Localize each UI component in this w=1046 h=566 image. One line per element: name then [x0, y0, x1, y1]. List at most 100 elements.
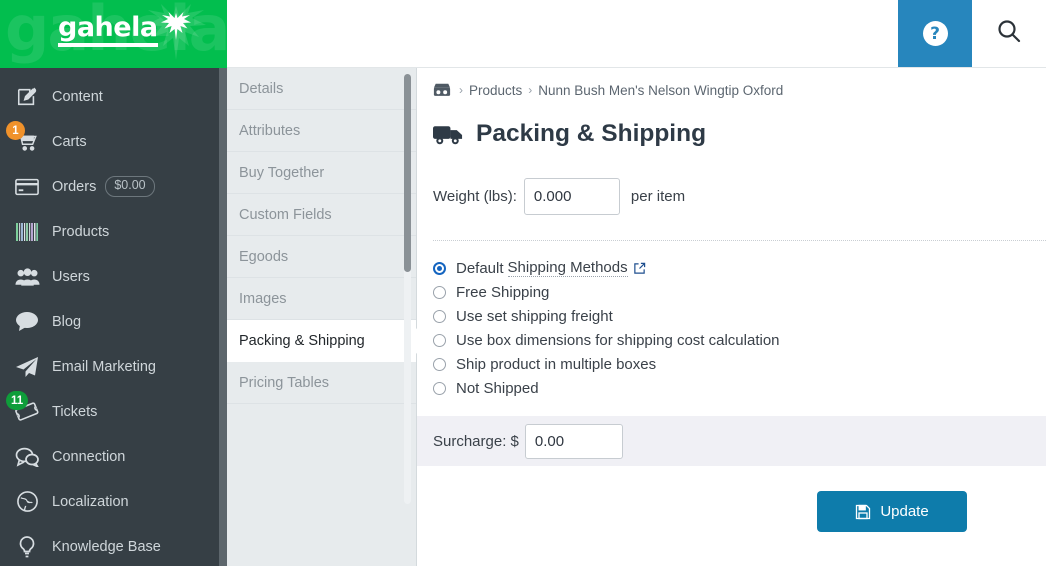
sidebar-item-knowledge-base[interactable]: Knowledge Base — [0, 524, 227, 566]
question-mark-icon: ? — [922, 21, 948, 46]
carts-badge: 1 — [6, 121, 25, 140]
radio-row-multiple-boxes[interactable]: Ship product in multiple boxes — [433, 352, 1046, 376]
radio-row-not-shipped[interactable]: Not Shipped — [433, 376, 1046, 400]
sidebar-item-label: Users — [52, 268, 90, 285]
barcode-icon — [12, 219, 42, 245]
weight-input[interactable] — [523, 178, 620, 215]
sidebar-item-label: Carts — [52, 133, 87, 150]
breadcrumb-item-products[interactable]: Products — [469, 83, 522, 98]
update-button[interactable]: Update — [817, 491, 967, 532]
radio-free-shipping[interactable] — [433, 285, 446, 299]
sidebar-item-label: Connection — [52, 448, 126, 465]
sidebar-item-connection[interactable]: Connection — [0, 434, 227, 479]
radio-multiple-boxes[interactable] — [433, 357, 446, 371]
tab-label: Custom Fields — [239, 206, 332, 223]
surcharge-input[interactable] — [524, 423, 623, 459]
radio-not-shipped[interactable] — [433, 381, 446, 395]
search-icon — [996, 18, 1022, 49]
help-button[interactable]: ? — [898, 0, 972, 67]
main-content: › Products › Nunn Bush Men's Nelson Wing… — [417, 68, 1046, 566]
radio-row-free-shipping[interactable]: Free Shipping — [433, 280, 1046, 304]
sidebar-item-label: Orders — [52, 178, 97, 195]
search-button[interactable] — [972, 0, 1046, 67]
radio-label-prefix: Free Shipping — [456, 283, 550, 301]
radio-box-dimensions[interactable] — [433, 333, 446, 347]
radio-label-prefix: Use box dimensions for shipping cost cal… — [456, 331, 780, 349]
surcharge-label: Surcharge: $ — [433, 432, 519, 450]
tab-label: Attributes — [239, 122, 301, 139]
shipping-methods-link[interactable]: Shipping Methods — [507, 259, 628, 277]
form-actions: Update — [417, 466, 1046, 532]
credit-card-icon — [12, 174, 42, 200]
tabs-scrollbar-track[interactable] — [404, 74, 411, 504]
tabs-scrollbar-thumb[interactable] — [404, 74, 411, 272]
surcharge-row: Surcharge: $ — [417, 416, 1046, 466]
edit-document-icon — [12, 84, 42, 110]
radio-label-prefix: Ship product in multiple boxes — [456, 355, 657, 373]
tab-label: Images — [239, 290, 287, 307]
sidebar-item-label: Blog — [52, 313, 82, 330]
tab-label: Buy Together — [239, 164, 325, 181]
cannabis-leaf-icon — [160, 12, 191, 40]
orders-total-pill: $0.00 — [105, 176, 155, 197]
speech-bubble-icon — [12, 309, 42, 335]
breadcrumb: › Products › Nunn Bush Men's Nelson Wing… — [417, 68, 1046, 98]
tab-packing-shipping[interactable]: Packing & Shipping — [227, 320, 428, 362]
product-tabs-panel: Details Attributes Buy Together Custom F… — [227, 68, 428, 566]
breadcrumb-separator: › — [528, 83, 533, 97]
sidebar-item-label: Localization — [52, 493, 129, 510]
tab-custom-fields[interactable]: Custom Fields — [227, 194, 416, 236]
tab-egoods[interactable]: Egoods — [227, 236, 416, 278]
update-button-label: Update — [880, 503, 929, 520]
tickets-badge: 11 — [6, 391, 29, 410]
radio-row-default-shipping-methods[interactable]: Default Shipping Methods — [433, 256, 1046, 280]
radio-row-set-shipping-freight[interactable]: Use set shipping freight — [433, 304, 1046, 328]
sidebar-item-label: Knowledge Base — [52, 538, 161, 555]
radio-label-prefix: Default — [456, 259, 504, 277]
sidebar-scrollbar[interactable] — [219, 68, 227, 566]
external-link-icon[interactable] — [633, 262, 646, 275]
sidebar-item-label: Tickets — [52, 403, 98, 420]
sidebar-nav: Content 1 Carts Orders $0.00 Products Us… — [0, 68, 227, 566]
sidebar-item-label: Content — [52, 88, 103, 105]
radio-label-prefix: Use set shipping freight — [456, 307, 613, 325]
sidebar-item-label: Products — [52, 223, 110, 240]
brand-logo[interactable]: gahela gahela — [0, 0, 227, 68]
radio-default-shipping-methods[interactable] — [433, 261, 446, 275]
tab-images[interactable]: Images — [227, 278, 416, 320]
tab-buy-together[interactable]: Buy Together — [227, 152, 416, 194]
top-bar: ? — [227, 0, 1046, 68]
radio-set-shipping-freight[interactable] — [433, 309, 446, 323]
sidebar-item-localization[interactable]: Localization — [0, 479, 227, 524]
sidebar-item-users[interactable]: Users — [0, 254, 227, 299]
globe-icon — [12, 489, 42, 515]
store-home-icon[interactable] — [433, 82, 451, 98]
sidebar-item-label: Email Marketing — [52, 358, 156, 375]
weight-label: Weight (lbs): — [433, 188, 517, 205]
tab-details[interactable]: Details — [227, 68, 416, 110]
tab-pricing-tables[interactable]: Pricing Tables — [227, 362, 416, 404]
page-title-text: Packing & Shipping — [476, 120, 707, 147]
tab-label: Packing & Shipping — [239, 332, 365, 349]
weight-suffix: per item — [630, 188, 686, 205]
shipping-options-group: Default Shipping Methods Free Shipping U… — [417, 241, 1046, 400]
radio-row-box-dimensions[interactable]: Use box dimensions for shipping cost cal… — [433, 328, 1046, 352]
weight-row: Weight (lbs): per item — [417, 148, 1046, 215]
tab-label: Egoods — [239, 248, 289, 265]
delivery-truck-icon — [433, 122, 464, 147]
sidebar-item-blog[interactable]: Blog — [0, 299, 227, 344]
page-title: Packing & Shipping — [417, 98, 1046, 148]
tab-attributes[interactable]: Attributes — [227, 110, 416, 152]
sidebar-item-products[interactable]: Products — [0, 209, 227, 254]
users-group-icon — [12, 264, 42, 290]
brand-mark: gahela — [58, 12, 193, 47]
sidebar-item-carts[interactable]: 1 Carts — [0, 119, 227, 164]
sidebar-item-orders[interactable]: Orders $0.00 — [0, 164, 227, 209]
sidebar-item-content[interactable]: Content — [0, 74, 227, 119]
brand-wordmark: gahela — [58, 14, 158, 47]
sidebar-item-email-marketing[interactable]: Email Marketing — [0, 344, 227, 389]
sidebar-item-tickets[interactable]: 11 Tickets — [0, 389, 227, 434]
breadcrumb-separator: › — [459, 83, 463, 97]
tab-label: Details — [239, 80, 284, 97]
radio-label-prefix: Not Shipped — [456, 379, 539, 397]
